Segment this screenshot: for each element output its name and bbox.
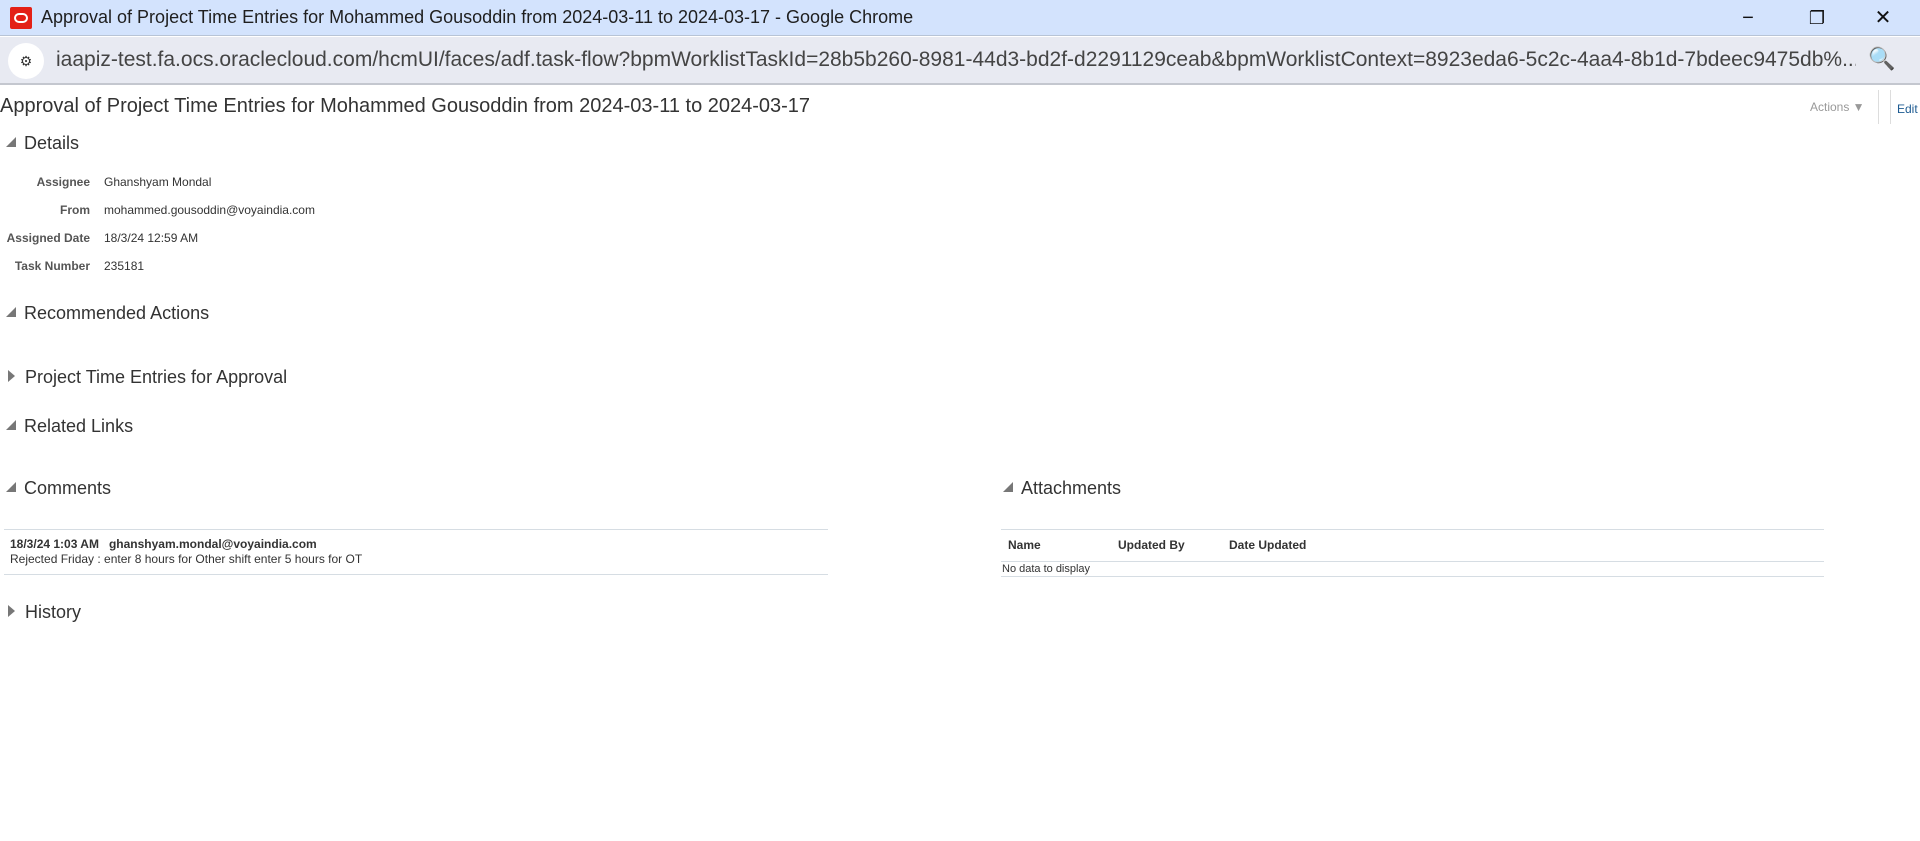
column-header-name[interactable]: Name	[1008, 538, 1041, 552]
recommended-actions-header[interactable]: Recommended Actions	[6, 303, 209, 324]
divider	[1001, 561, 1824, 562]
divider	[4, 574, 828, 575]
from-value: mohammed.gousoddin@voyaindia.com	[104, 203, 315, 217]
related-links-header[interactable]: Related Links	[6, 416, 133, 437]
section-title: Details	[24, 133, 80, 153]
task-number-value: 235181	[104, 259, 145, 273]
assignee-label: Assignee	[36, 175, 90, 189]
edit-link[interactable]: Edit	[1897, 102, 1918, 116]
divider	[4, 529, 828, 530]
attachments-header[interactable]: Attachments	[1003, 478, 1121, 499]
comment-text: Rejected Friday : enter 8 hours for Othe…	[10, 552, 363, 566]
collapse-icon	[1003, 482, 1013, 493]
url-field[interactable]: iaapiz-test.fa.ocs.oraclecloud.com/hcmUI…	[56, 48, 1856, 72]
divider	[1878, 90, 1879, 124]
collapse-icon	[6, 137, 16, 148]
details-section-header[interactable]: Details	[6, 133, 79, 154]
divider	[1890, 90, 1891, 124]
site-info-icon[interactable]: ⚙	[8, 43, 44, 79]
section-title: Project Time Entries for Approval	[25, 367, 288, 387]
page-title: Approval of Project Time Entries for Moh…	[0, 95, 811, 117]
zoom-icon[interactable]: 🔍	[1868, 46, 1895, 72]
section-title: History	[25, 602, 82, 622]
collapse-icon	[6, 482, 16, 493]
column-header-updated-by[interactable]: Updated By	[1118, 538, 1185, 552]
expand-icon	[8, 370, 15, 383]
section-title: Recommended Actions	[24, 303, 210, 323]
divider	[1001, 576, 1824, 577]
assigned-date-label: Assigned Date	[6, 231, 90, 245]
restore-button[interactable]: ❐	[1797, 4, 1837, 32]
section-title: Comments	[24, 478, 112, 498]
collapse-icon	[6, 307, 16, 318]
divider	[1001, 529, 1824, 530]
comments-header[interactable]: Comments	[6, 478, 111, 499]
column-header-date-updated[interactable]: Date Updated	[1229, 538, 1306, 552]
assigned-date-value: 18/3/24 12:59 AM	[104, 231, 199, 245]
time-entries-header[interactable]: Project Time Entries for Approval	[6, 367, 287, 388]
actions-menu-button[interactable]: Actions ▼	[1810, 100, 1865, 114]
expand-icon	[8, 605, 15, 618]
oracle-logo-icon	[10, 7, 32, 29]
assignee-value: Ghanshyam Mondal	[104, 175, 212, 189]
browser-title-bar: Approval of Project Time Entries for Moh…	[0, 0, 1920, 36]
empty-message: No data to display	[1002, 563, 1091, 575]
address-bar: ⚙ iaapiz-test.fa.ocs.oraclecloud.com/hcm…	[0, 37, 1920, 85]
collapse-icon	[6, 420, 16, 431]
section-title: Related Links	[24, 416, 134, 436]
history-header[interactable]: History	[6, 602, 81, 623]
comment-author: ghanshyam.mondal@voyaindia.com	[108, 537, 317, 551]
comment-item: 18/3/24 1:03 AM ghanshyam.mondal@voyaind…	[10, 537, 317, 551]
task-number-label: Task Number	[14, 259, 90, 273]
close-button[interactable]: ✕	[1863, 4, 1903, 32]
comment-date: 18/3/24 1:03 AM	[10, 537, 99, 551]
from-label: From	[60, 203, 90, 217]
minimize-button[interactable]: −	[1728, 4, 1768, 32]
window-title: Approval of Project Time Entries for Moh…	[41, 7, 914, 27]
section-title: Attachments	[1021, 478, 1122, 498]
